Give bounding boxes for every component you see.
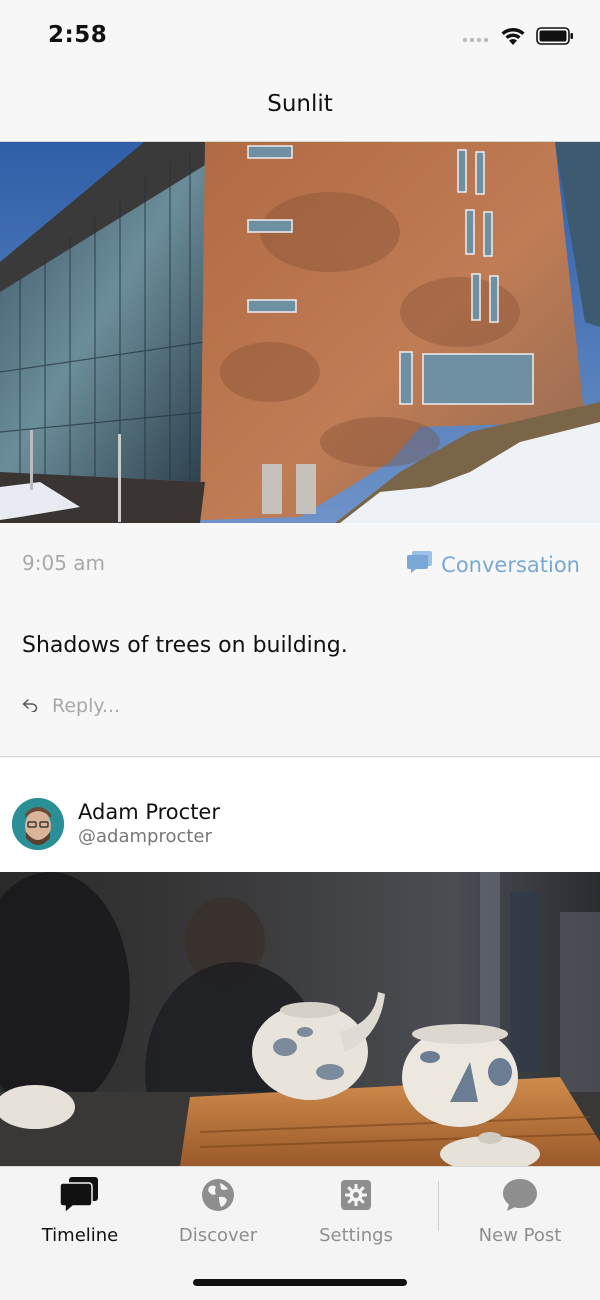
building-photo[interactable] (0, 142, 600, 523)
timeline-icon (60, 1175, 100, 1215)
reply-placeholder: Reply... (52, 695, 121, 717)
post-timestamp: 9:05 am (22, 551, 106, 575)
page-title: Sunlit (267, 91, 333, 117)
status-bar: 2:58 (0, 0, 600, 80)
battery-icon (536, 27, 574, 49)
tab-divider (438, 1181, 439, 1231)
teapots-photo[interactable] (0, 872, 600, 1166)
author-name: Adam Procter (78, 800, 220, 824)
avatar[interactable] (12, 798, 64, 850)
conversation-label: Conversation (441, 552, 580, 577)
home-indicator[interactable] (193, 1279, 407, 1286)
wifi-icon (500, 26, 526, 50)
tab-label-discover: Discover (178, 1225, 258, 1246)
tab-label-new-post: New Post (478, 1225, 562, 1246)
navigation-bar: Sunlit (0, 80, 600, 142)
reply-icon (22, 695, 38, 717)
new-post-icon (502, 1175, 538, 1215)
status-icons (462, 26, 574, 50)
author-handle: @adamprocter (78, 826, 212, 847)
post-text: Shadows of trees on building. (22, 633, 348, 658)
globe-icon (201, 1175, 235, 1215)
post-details: 9:05 am Conversation Shadows of trees on… (0, 523, 600, 757)
gear-icon (340, 1175, 372, 1215)
tab-new-post[interactable]: New Post (470, 1175, 570, 1249)
conversation-button[interactable]: Conversation (407, 550, 580, 579)
tab-discover[interactable]: Discover (168, 1175, 268, 1249)
status-time: 2:58 (48, 22, 108, 48)
tab-label-timeline: Timeline (41, 1225, 119, 1246)
conversation-icon (407, 550, 433, 579)
signal-icon (462, 29, 490, 48)
reply-field[interactable]: Reply... (22, 695, 120, 717)
tab-label-settings: Settings (319, 1225, 393, 1246)
author-header[interactable]: Adam Procter @adamprocter (0, 758, 600, 872)
tab-bar: Timeline Discover Settings New Post (0, 1166, 600, 1300)
tab-settings[interactable]: Settings (306, 1175, 406, 1249)
tab-timeline[interactable]: Timeline (30, 1175, 130, 1249)
